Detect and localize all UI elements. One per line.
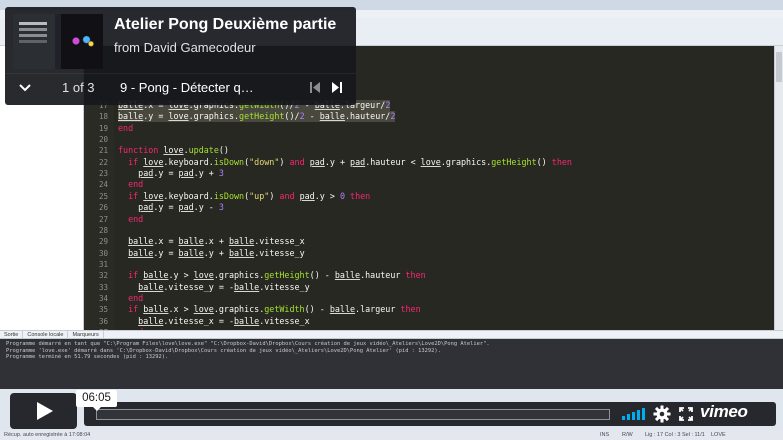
line-code: if balle.y > love.graphics.getHeight() -… [128,270,426,281]
code-line[interactable]: 35 if balle.x > love.graphics.getWidth()… [84,304,774,315]
code-line[interactable]: 33 balle.vitesse_y = -balle.vitesse_y [84,282,774,293]
code-line[interactable]: 22 if love.keyboard.isDown("down") and p… [84,157,774,168]
line-code: balle.x = balle.x + balle.vitesse_x [128,236,305,247]
play-icon [37,402,53,420]
line-code: balle.y = love.graphics.getHeight()/2 - … [118,111,396,123]
line-code: end [128,292,144,303]
code-line[interactable]: 28 [84,225,774,236]
line-code: end [118,122,134,133]
code-line[interactable]: 31 [84,259,774,270]
line-number: 34 [98,293,108,303]
code-line[interactable]: 20 [84,134,774,145]
code-line[interactable]: 36 balle.vitesse_x = -balle.vitesse_x [84,316,774,327]
line-code: pad.y = pad.y - 3 [138,202,224,213]
line-code: end [128,179,144,190]
line-number: 32 [98,271,108,281]
line-number: 19 [98,123,108,133]
settings-gear-icon[interactable] [653,405,671,423]
output-tabs: Sortie Console locale Marqueurs [0,330,783,339]
line-number: 21 [98,146,108,156]
vimeo-header-overlay: Atelier Pong Deuxième partie from David … [5,7,356,105]
code-line[interactable]: 29 balle.x = balle.x + balle.vitesse_x [84,236,774,247]
video-title[interactable]: Atelier Pong Deuxième partie [114,16,336,34]
line-number: 28 [98,225,108,235]
code-line[interactable]: 34 end [84,293,774,304]
playlist-position: 1 of 3 [62,80,95,95]
line-number: 25 [98,191,108,201]
video-thumbnail[interactable] [13,14,103,69]
line-code: if love.keyboard.isDown("up") and pad.y … [128,190,371,201]
code-line[interactable]: 18 balle.y = love.graphics.getHeight()/2 … [84,111,774,123]
line-code: end [128,213,144,224]
line-number: 20 [98,135,108,145]
code-line[interactable]: 25 if love.keyboard.isDown("up") and pad… [84,191,774,202]
header-divider [5,73,356,74]
line-number: 26 [98,203,108,213]
output-console: Programme démarré en tant que "C:\Progra… [0,339,783,389]
line-number: 18 [98,112,108,122]
previous-video-icon[interactable] [309,81,321,94]
status-bar: Récup. auto enregistrée à 17:08:04 INS R… [0,430,783,440]
line-code: if love.keyboard.isDown("down") and pad.… [128,156,572,167]
thumbnail-screenshot [13,14,55,69]
tab-marqueurs[interactable]: Marqueurs [68,331,104,339]
editor-vertical-scrollbar[interactable] [774,46,783,330]
line-number: 31 [98,259,108,269]
code-line[interactable]: 27 end [84,214,774,225]
output-line: Programme terminé en 51.79 secondes (pid… [6,354,169,360]
code-line[interactable]: 21 function love.update() [84,145,774,156]
line-number: 22 [98,157,108,167]
line-code: if balle.x > love.graphics.getWidth() - … [128,304,421,315]
line-code: balle.y = balle.y + balle.vitesse_y [128,247,305,258]
fullscreen-icon[interactable] [679,407,693,421]
line-number: 36 [98,316,108,326]
line-number: 24 [98,180,108,190]
thumbnail-game-preview [61,14,103,69]
code-line[interactable]: 23 pad.y = pad.y + 3 [84,168,774,179]
tab-console-locale[interactable]: Console locale [23,331,69,339]
chevron-down-icon[interactable] [18,81,32,95]
code-line[interactable]: 32 if balle.y > love.graphics.getHeight(… [84,270,774,281]
line-number: 29 [98,237,108,247]
language-mode: LOVE [711,432,726,438]
line-number: 35 [98,305,108,315]
code-line[interactable]: 24 end [84,179,774,190]
current-video-title[interactable]: 9 - Pong - Détecter q… [120,80,254,95]
line-number: 33 [98,282,108,292]
tab-sortie[interactable]: Sortie [0,331,24,339]
line-number: 30 [98,248,108,258]
line-code: balle.vitesse_x = -balle.vitesse_x [138,315,310,326]
next-video-icon[interactable] [331,81,343,94]
current-time: 06:05 [76,390,117,411]
line-code: balle.vitesse_y = -balle.vitesse_y [138,281,310,292]
ins-mode: INS [600,432,610,438]
line-number: 23 [98,169,108,179]
autosave-status: Récup. auto enregistrée à 17:08:04 [4,432,91,438]
play-button[interactable] [10,393,77,429]
code-line[interactable]: 19 end [84,123,774,134]
code-line[interactable]: 30 balle.y = balle.y + balle.vitesse_y [84,248,774,259]
progress-bar[interactable] [96,409,610,420]
vimeo-logo[interactable]: vimeo [700,402,748,422]
line-code: function love.update() [118,145,229,156]
video-byline[interactable]: from David Gamecodeur [114,40,256,55]
scrollbar-thumb[interactable] [776,52,782,82]
rw-mode: R/W [622,432,633,438]
cursor-position: Lig : 17 Col : 3 Sel : 11/1 [645,432,705,438]
code-line[interactable]: 26 pad.y = pad.y - 3 [84,202,774,213]
line-number: 27 [98,214,108,224]
volume-icon[interactable] [621,407,645,420]
line-code: pad.y = pad.y + 3 [138,168,224,179]
